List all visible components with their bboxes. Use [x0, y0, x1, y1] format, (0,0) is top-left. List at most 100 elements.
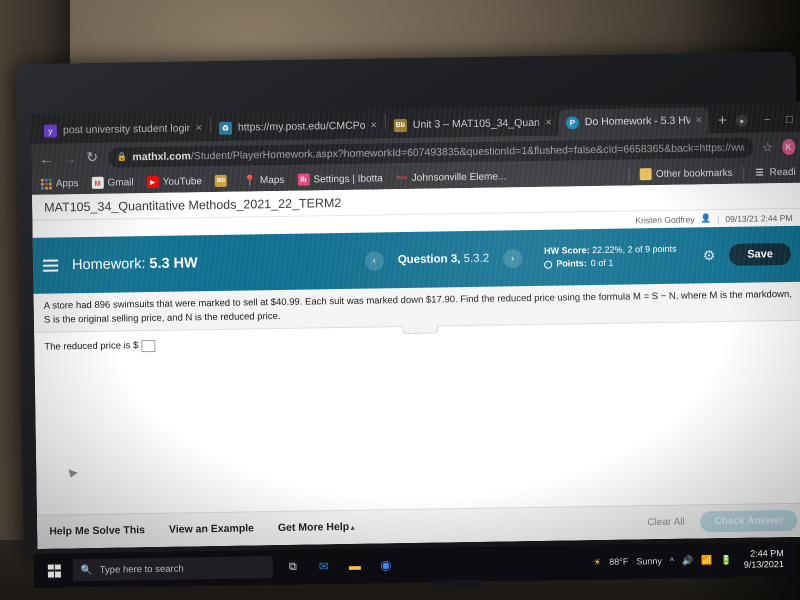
caret-up-icon: ▲: [349, 524, 357, 532]
weather-sun-icon: ☀: [593, 556, 602, 567]
clear-all-button[interactable]: Clear All: [647, 516, 684, 528]
points-value: 0 of 1: [590, 257, 614, 269]
window-minimize-button[interactable]: −: [764, 114, 771, 126]
maps-pin-icon: 📍: [243, 174, 257, 188]
bookmark-youtube[interactable]: ▶ YouTube: [146, 175, 203, 189]
panel-splitter-handle[interactable]: ····: [402, 325, 439, 334]
other-bookmarks-folder[interactable]: Other bookmarks: [639, 167, 733, 181]
browser-tab-1[interactable]: ♻ https://my.post.edu/CMCPortal/s ×: [212, 112, 384, 141]
chrome-icon[interactable]: ◉: [375, 554, 397, 576]
new-tab-button[interactable]: +: [709, 112, 736, 133]
hw-score-value: 22.22%, 2 of 9 points: [592, 243, 677, 256]
bookmark-johnsonville[interactable]: bcs Johnsonville Eleme...: [396, 170, 507, 184]
back-icon[interactable]: ←: [39, 150, 53, 166]
view-an-example-button[interactable]: View an Example: [169, 522, 254, 535]
folder-icon: [639, 168, 652, 181]
prev-question-button[interactable]: ‹: [364, 250, 384, 271]
reload-icon[interactable]: ↻: [85, 149, 99, 166]
get-more-help-label: Get More Help: [277, 520, 350, 535]
bookmarks-divider: [628, 167, 630, 181]
windows-start-icon[interactable]: [47, 563, 61, 578]
blackboard-favicon: Bb: [393, 118, 407, 132]
bookmark-label: Gmail: [107, 176, 134, 189]
homework-title: Homework: 5.3 HW: [72, 255, 198, 273]
tab-close-icon[interactable]: ×: [695, 114, 702, 126]
points-label: Points:: [556, 258, 587, 269]
youtube-icon: ▶: [146, 175, 159, 189]
info-separator: |: [717, 213, 720, 224]
reading-list-icon: ☰: [755, 166, 764, 177]
recycle-favicon: ♻: [218, 121, 233, 135]
clock-date: 9/13/2021: [743, 559, 784, 570]
laptop-screen: y post university student login - Ya × ♻…: [30, 101, 800, 549]
bookmark-label: Settings | Ibotta: [313, 172, 383, 185]
homework-name: 5.3 HW: [149, 255, 198, 273]
file-explorer-icon[interactable]: ▬: [344, 555, 366, 577]
window-controls: ● − □: [735, 114, 800, 133]
bookmark-gmail[interactable]: M Gmail: [91, 176, 134, 189]
search-icon: 🔍: [80, 564, 93, 576]
points-line: Points: 0 of 1: [544, 256, 677, 271]
bookmarks-divider: [742, 166, 744, 180]
browser-tab-2[interactable]: Bb Unit 3 – MAT105_34_Quantitative ×: [387, 110, 559, 139]
blackboard-icon: Bb: [214, 174, 228, 187]
bookmark-label: Apps: [55, 177, 79, 189]
bookmarks-bar-right: Other bookmarks ☰ Readi: [628, 165, 796, 181]
gmail-icon: M: [91, 176, 104, 189]
tab-close-icon[interactable]: ×: [195, 122, 202, 134]
bookmark-star-icon[interactable]: ☆: [762, 140, 773, 154]
tab-close-icon[interactable]: ×: [370, 119, 377, 131]
next-question-button[interactable]: ›: [503, 248, 523, 268]
forward-icon[interactable]: →: [62, 150, 76, 166]
system-tray: ☀ 88°F Sunny ^ 🔊 📶 🔋 2:44 PM 9/13/2021: [593, 548, 788, 574]
hamburger-menu-icon[interactable]: [43, 259, 59, 272]
task-view-icon[interactable]: ⧉: [282, 556, 304, 578]
tab-close-icon[interactable]: ×: [545, 117, 552, 129]
user-avatar-icon[interactable]: 👤: [700, 213, 711, 224]
bookmark-label: Other bookmarks: [655, 167, 733, 180]
browser-tab-3-active[interactable]: P Do Homework - 5.3 HW ×: [558, 107, 710, 136]
tab-title: Do Homework - 5.3 HW: [584, 114, 690, 129]
reading-list-button[interactable]: ☰ Readi: [753, 166, 795, 179]
mouse-cursor: [65, 468, 78, 479]
question-navigation: ‹ Question 3, 5.3.2 ›: [364, 248, 523, 271]
apps-grid-icon: [40, 178, 52, 190]
hw-score-line: HW Score: 22.22%, 2 of 9 points: [544, 243, 677, 258]
tab-title: post university student login - Ya: [62, 122, 190, 137]
taskbar-clock[interactable]: 2:44 PM 9/13/2021: [744, 548, 784, 571]
volume-icon[interactable]: 🔊: [682, 555, 693, 566]
gear-icon[interactable]: ⚙: [703, 247, 716, 264]
check-answer-button[interactable]: Check Answer: [700, 509, 798, 532]
weather-temp: 88°F: [609, 556, 629, 567]
bookmark-label: YouTube: [162, 175, 203, 188]
battery-icon[interactable]: 🔋: [720, 554, 731, 565]
tab-title: Unit 3 – MAT105_34_Quantitative: [412, 116, 540, 131]
points-status-icon: [544, 260, 553, 269]
help-me-solve-this-button[interactable]: Help Me Solve This: [49, 524, 145, 538]
save-button[interactable]: Save: [729, 242, 792, 266]
window-maximize-button[interactable]: □: [786, 114, 793, 126]
url-path: /Student/PlayerHomework.aspx?homeworkId=…: [190, 141, 745, 162]
chevron-up-icon[interactable]: ^: [670, 556, 674, 566]
hw-score-label: HW Score:: [543, 245, 590, 256]
window-profile-icon[interactable]: ●: [735, 114, 748, 127]
network-icon[interactable]: 📶: [701, 555, 712, 566]
bookmark-blackboard[interactable]: Bb: [214, 174, 231, 187]
bookmark-apps[interactable]: Apps: [40, 177, 79, 190]
answer-prompt: The reduced price is $: [44, 340, 139, 353]
clock-time: 2:44 PM: [750, 547, 784, 559]
laptop-device: y post university student login - Ya × ♻…: [8, 51, 800, 590]
answer-input[interactable]: [141, 339, 156, 352]
taskbar-search-input[interactable]: 🔍 Type here to search: [72, 556, 274, 582]
bookmark-maps[interactable]: 📍 Maps: [243, 174, 285, 188]
homework-label: Homework:: [71, 256, 146, 274]
question-number: Question 3,: [397, 253, 461, 267]
timestamp: 09/13/21 2:44 PM: [725, 212, 793, 224]
bookmark-ibotta[interactable]: ib Settings | Ibotta: [297, 172, 383, 186]
profile-avatar[interactable]: K: [781, 138, 796, 155]
mail-icon[interactable]: ✉: [313, 555, 335, 577]
weather-desc: Sunny: [636, 556, 662, 567]
get-more-help-button[interactable]: Get More Help▲: [278, 521, 356, 534]
bookmark-label: Johnsonville Eleme...: [411, 170, 507, 184]
browser-tab-0[interactable]: y post university student login - Ya ×: [37, 115, 209, 144]
